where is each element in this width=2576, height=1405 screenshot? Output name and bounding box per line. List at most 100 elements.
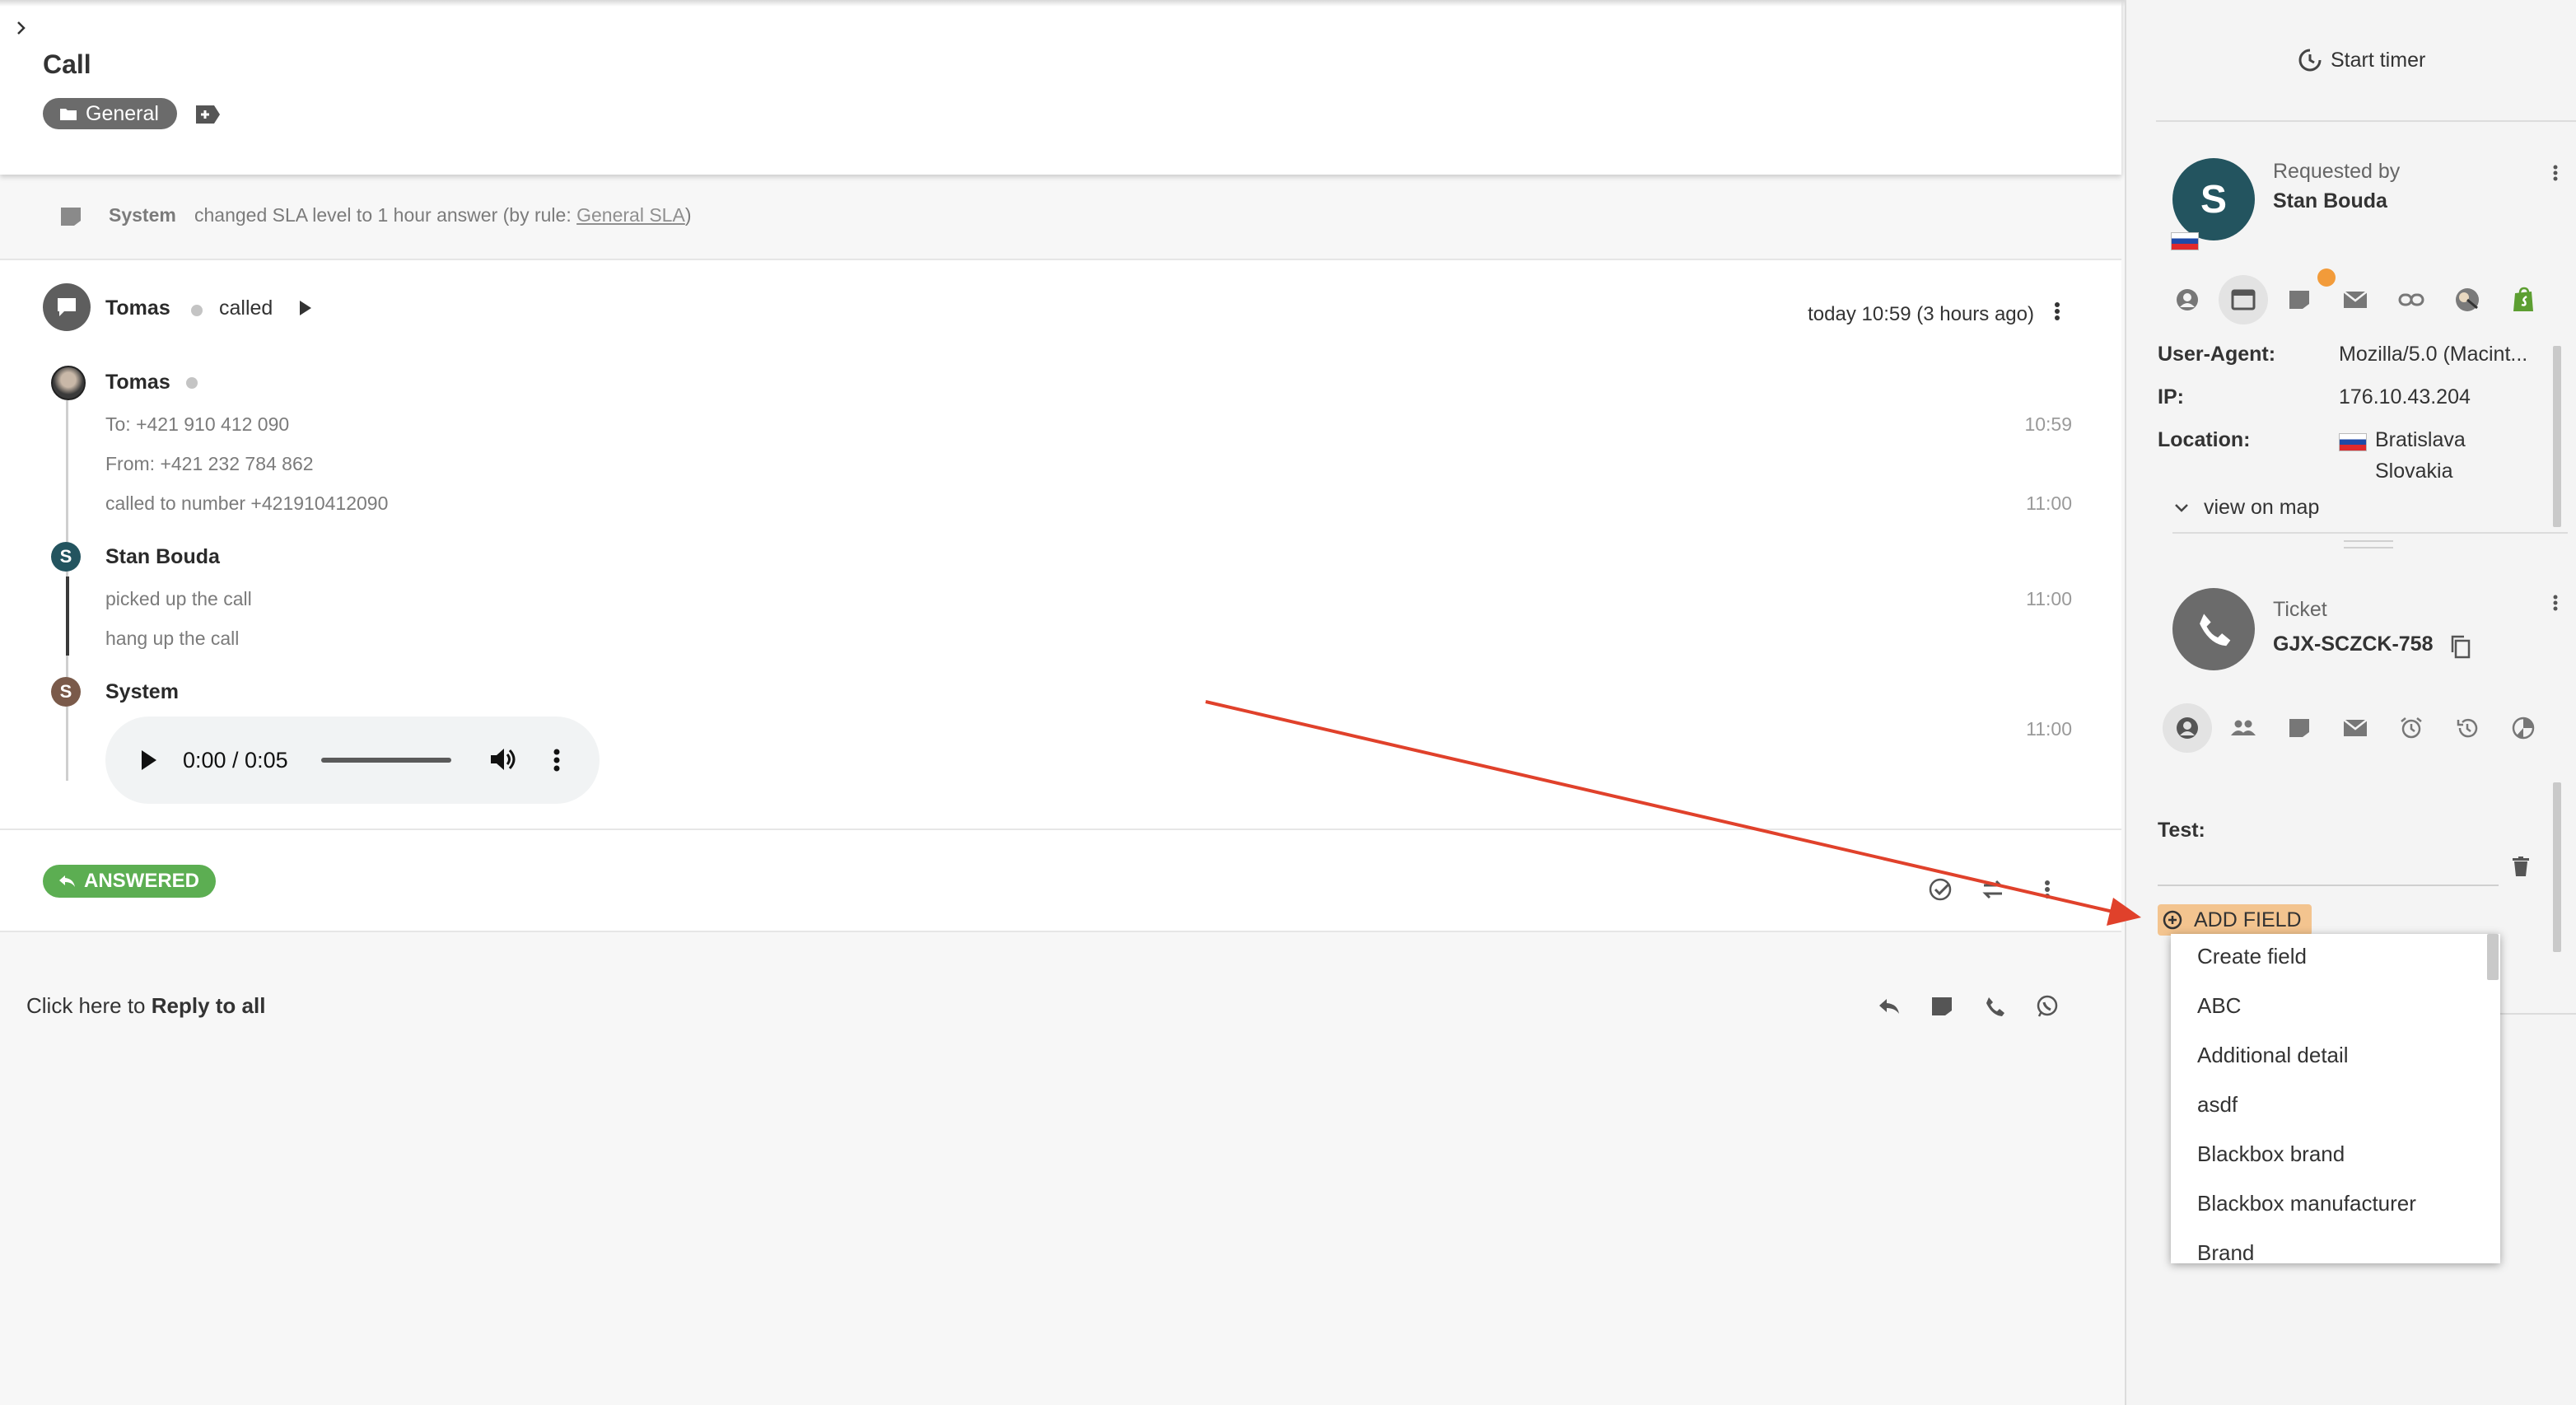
page-title: Call [43, 49, 91, 79]
whatsapp-icon[interactable] [2031, 990, 2064, 1023]
entry-line: From: +421 232 784 862 [105, 453, 314, 474]
status-badge-label: ANSWERED [84, 870, 200, 892]
more-vert-icon[interactable] [2031, 873, 2064, 906]
sla-rule-link[interactable]: General SLA [576, 204, 685, 226]
add-field-label: ADD FIELD [2194, 908, 2302, 931]
location-country: Slovakia [2375, 460, 2453, 483]
entry-time: 11:00 [2026, 588, 2072, 609]
logo-icon[interactable] [2443, 275, 2492, 324]
timeline-line-active [66, 576, 69, 656]
note-icon[interactable] [2275, 703, 2324, 753]
entry-author: Stan Bouda [105, 545, 220, 568]
divider [2172, 532, 2568, 534]
notification-dot [2317, 268, 2336, 287]
more-vert-icon[interactable] [2553, 165, 2558, 181]
chevron-down-icon [2174, 503, 2189, 513]
thread-author: Tomas [105, 296, 170, 320]
audio-progress-track[interactable] [321, 758, 451, 763]
entry-author: Tomas [105, 371, 170, 394]
add-tag-icon[interactable] [194, 104, 221, 125]
play-icon[interactable] [140, 749, 158, 771]
entry-time: 11:00 [2026, 718, 2072, 740]
delete-icon[interactable] [2512, 857, 2530, 878]
volume-icon[interactable] [489, 746, 517, 773]
system-event-actor: System [109, 204, 176, 226]
status-badge: ANSWERED [43, 865, 217, 898]
avatar[interactable]: S [2172, 158, 2255, 240]
more-vert-icon[interactable] [2054, 301, 2060, 321]
add-field-button[interactable]: ADD FIELD [2158, 904, 2312, 936]
audio-player[interactable]: 0:00 / 0:05 [105, 717, 600, 804]
more-vert-icon[interactable] [2553, 595, 2558, 611]
dropdown-scrollbar[interactable] [2487, 934, 2499, 980]
user-icon[interactable] [2163, 275, 2212, 324]
transfer-icon[interactable] [1976, 873, 2009, 906]
link-icon[interactable] [2387, 275, 2436, 324]
audio-time: 0:00 / 0:05 [183, 748, 288, 773]
group-icon[interactable] [2219, 703, 2268, 753]
divider [2156, 120, 2576, 122]
copy-icon[interactable] [2449, 634, 2472, 660]
fields-scrollbar[interactable] [2553, 782, 2561, 952]
more-vert-icon[interactable] [553, 748, 560, 773]
location-label: Location: [2158, 428, 2251, 451]
thread-timestamp: today 10:59 (3 hours ago) [1808, 303, 2034, 325]
thread-action: called [219, 296, 273, 320]
view-on-map-link[interactable]: view on map [2174, 496, 2319, 520]
ticket-code: GJX-SCZCK-758 [2273, 632, 2434, 656]
avatar-letter: S [2200, 177, 2227, 222]
folder-icon [59, 106, 77, 121]
ticket-caption: Ticket [2273, 598, 2327, 621]
mail-icon[interactable] [2331, 703, 2380, 753]
alarm-icon[interactable] [2387, 703, 2436, 753]
system-event-body: changed SLA level to 1 hour answer (by r… [194, 204, 577, 226]
reply-all-link[interactable]: Reply to all [152, 993, 266, 1018]
field-label: Test: [2158, 819, 2205, 842]
chart-icon[interactable] [2499, 703, 2548, 753]
phone-avatar [2172, 588, 2255, 670]
dropdown-option[interactable]: Additional detail [2197, 1043, 2349, 1068]
dropdown-option[interactable]: Blackbox manufacturer [2197, 1191, 2416, 1216]
entry-line: called to number +421910412090 [105, 492, 389, 514]
reply-icon[interactable] [1873, 990, 1906, 1023]
note-icon[interactable] [2275, 275, 2324, 324]
dropdown-option[interactable]: Blackbox brand [2197, 1141, 2345, 1167]
user-agent-value: Mozilla/5.0 (Macint... [2339, 343, 2528, 366]
department-label: General [86, 101, 159, 125]
dropdown-option[interactable]: Brand [2197, 1240, 2254, 1263]
resolve-check-icon[interactable] [1924, 873, 1957, 906]
phone-icon[interactable] [1978, 990, 2011, 1023]
browser-icon[interactable] [2219, 275, 2268, 324]
conversation-thread: Tomas called today 10:59 (3 hours ago) T… [0, 260, 2121, 830]
system-event-end: ) [684, 204, 692, 226]
avatar [51, 366, 86, 400]
field-input-underline[interactable] [2158, 885, 2499, 886]
dropdown-option[interactable]: asdf [2197, 1092, 2238, 1118]
requester-caption: Requested by [2273, 160, 2401, 183]
entry-line: hang up the call [105, 628, 240, 649]
status-dot [186, 377, 198, 389]
system-event-text: changed SLA level to 1 hour answer (by r… [194, 204, 692, 226]
user-icon[interactable] [2163, 703, 2212, 753]
note-icon[interactable] [1925, 990, 1958, 1023]
details-scrollbar[interactable] [2553, 346, 2561, 527]
dropdown-option[interactable]: Create field [2197, 944, 2307, 969]
play-icon[interactable] [298, 300, 313, 316]
add-field-dropdown[interactable]: Create field ABC Additional detail asdf … [2171, 934, 2500, 1263]
department-chip[interactable]: General [43, 98, 177, 129]
reply-prompt[interactable]: Click here to Reply to all [26, 993, 265, 1019]
entry-time: 11:00 [2026, 492, 2072, 514]
mail-icon[interactable] [2331, 275, 2380, 324]
reply-arrow-icon [58, 874, 76, 889]
ip-label: IP: [2158, 385, 2184, 408]
dropdown-option[interactable]: ABC [2197, 993, 2241, 1019]
requester-name[interactable]: Stan Bouda [2273, 189, 2387, 213]
start-timer-button[interactable]: Start timer [2298, 48, 2425, 72]
resize-handle[interactable] [2344, 540, 2393, 548]
chevron-right-icon[interactable] [15, 18, 28, 38]
history-icon[interactable] [2443, 703, 2492, 753]
ip-value: 176.10.43.204 [2339, 385, 2471, 408]
entry-time: 10:59 [2024, 413, 2072, 435]
shopify-icon[interactable] [2499, 275, 2548, 324]
timer-icon [2298, 48, 2322, 72]
